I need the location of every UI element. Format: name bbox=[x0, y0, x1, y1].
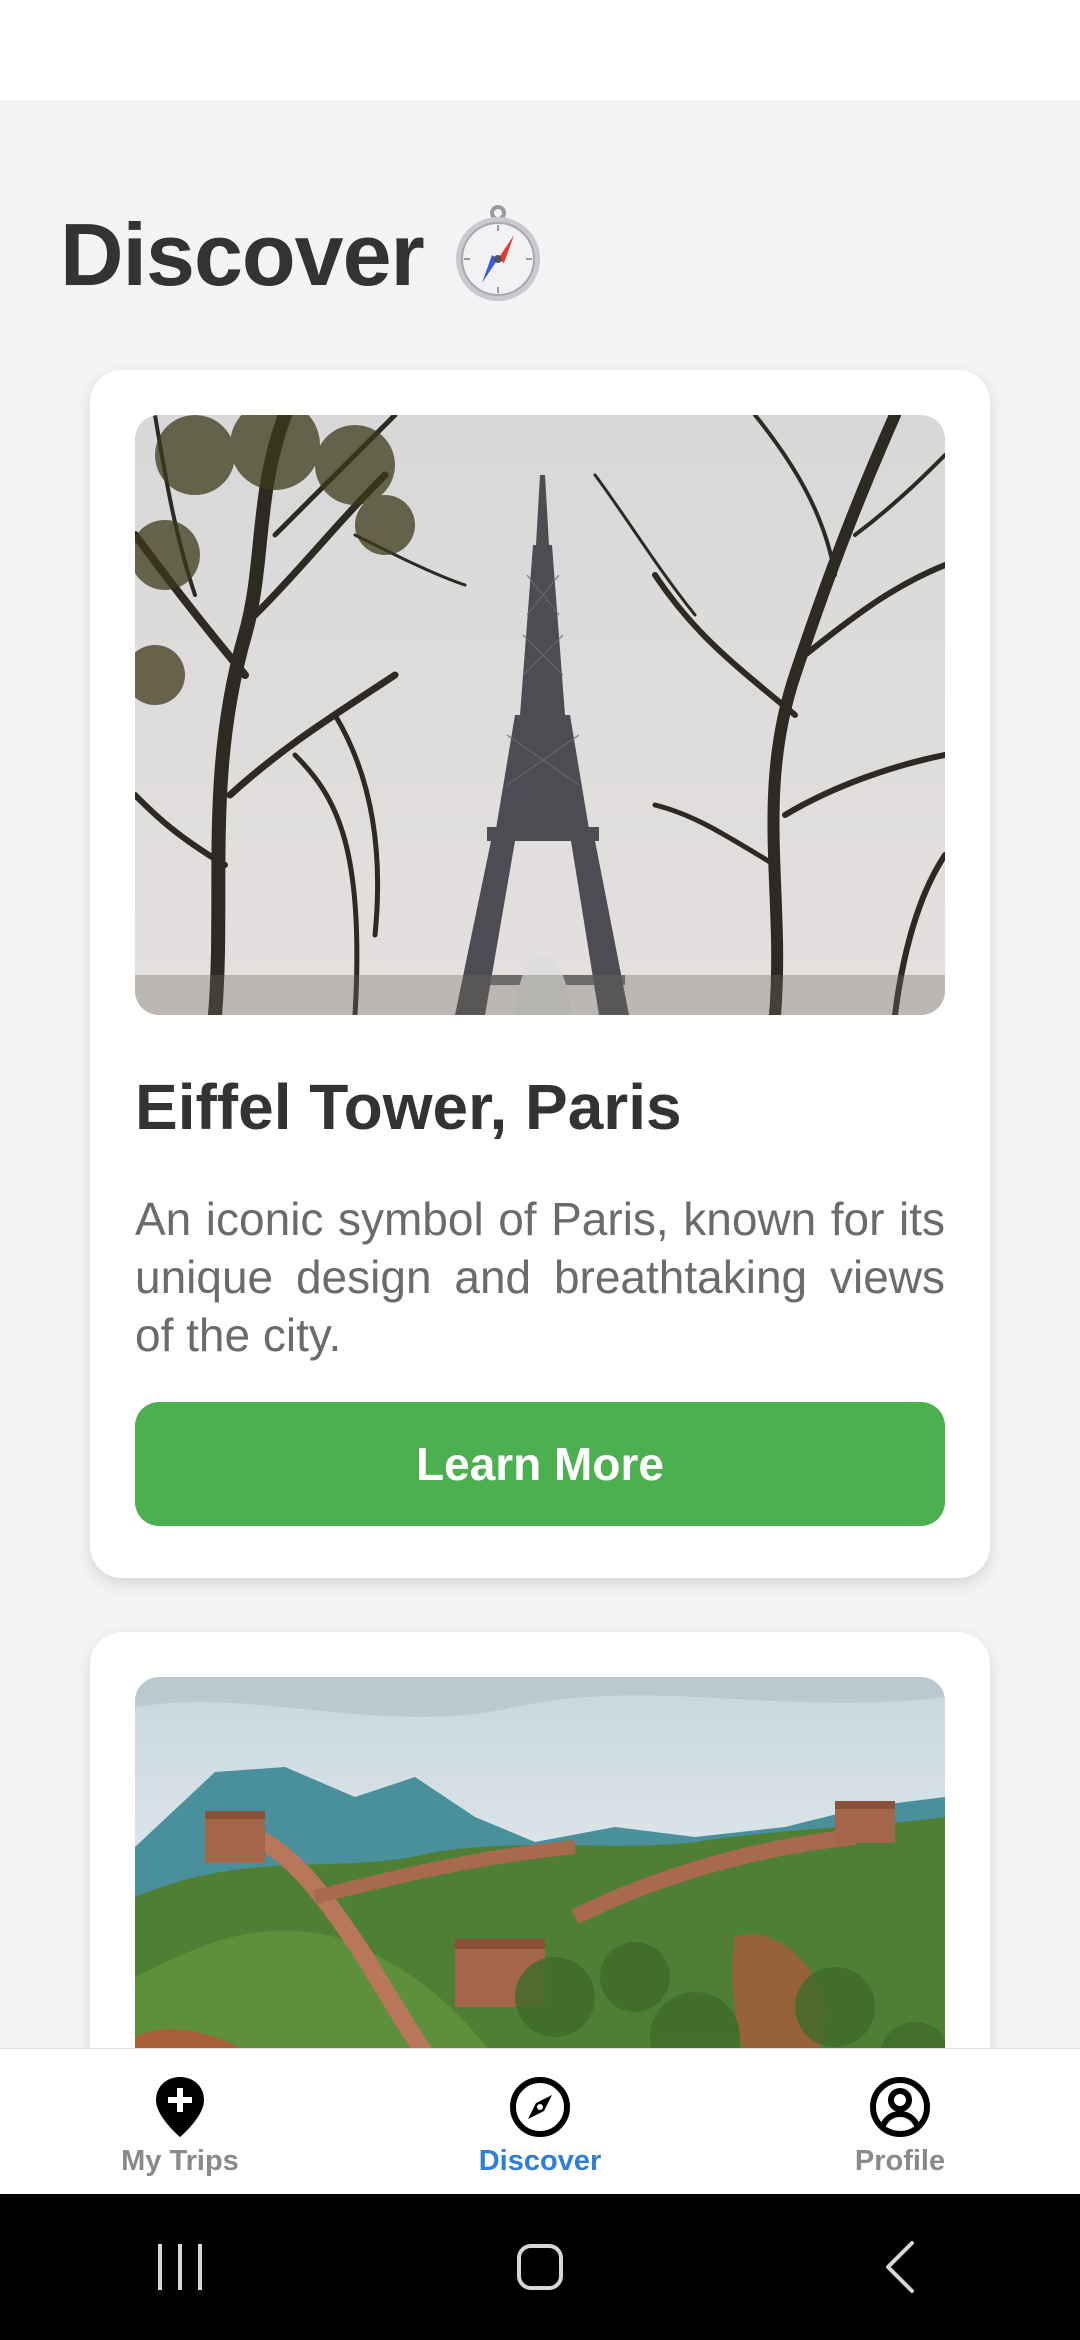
system-navigation-bar bbox=[0, 2194, 1080, 2340]
bottom-navigation: My Trips Discover Profile bbox=[0, 2048, 1080, 2195]
nav-label: My Trips bbox=[121, 2145, 239, 2177]
page-header: Discover bbox=[60, 200, 548, 310]
back-icon bbox=[886, 2241, 914, 2293]
page-title: Discover bbox=[60, 205, 425, 304]
nav-item-discover[interactable]: Discover bbox=[360, 2049, 720, 2195]
compass-emoji-icon bbox=[448, 205, 548, 305]
recent-apps-icon bbox=[158, 2244, 202, 2290]
discover-feed[interactable]: Eiffel Tower, Paris An iconic symbol of … bbox=[0, 360, 1080, 2048]
nav-item-my-trips[interactable]: My Trips bbox=[0, 2049, 360, 2195]
map-pin-plus-icon bbox=[148, 2075, 212, 2139]
home-button[interactable] bbox=[480, 2217, 600, 2317]
user-circle-icon bbox=[868, 2075, 932, 2139]
nav-label: Discover bbox=[478, 2145, 602, 2177]
nav-item-profile[interactable]: Profile bbox=[720, 2049, 1080, 2195]
compass-icon bbox=[508, 2075, 572, 2139]
back-button[interactable] bbox=[840, 2217, 960, 2317]
learn-more-button[interactable]: Learn More bbox=[135, 1402, 945, 1526]
destination-card[interactable]: Eiffel Tower, Paris An iconic symbol of … bbox=[90, 370, 990, 1578]
home-icon bbox=[517, 2244, 563, 2290]
nav-label: Profile bbox=[854, 2145, 946, 2177]
card-description: An iconic symbol of Paris, known for its… bbox=[135, 1193, 945, 1361]
status-bar bbox=[0, 0, 1080, 100]
destination-card[interactable] bbox=[90, 1632, 990, 2048]
card-title: Eiffel Tower, Paris bbox=[135, 1071, 682, 1143]
recent-apps-button[interactable] bbox=[120, 2217, 240, 2317]
great-wall-photo bbox=[135, 1677, 945, 2048]
eiffel-tower-photo bbox=[135, 415, 945, 1015]
